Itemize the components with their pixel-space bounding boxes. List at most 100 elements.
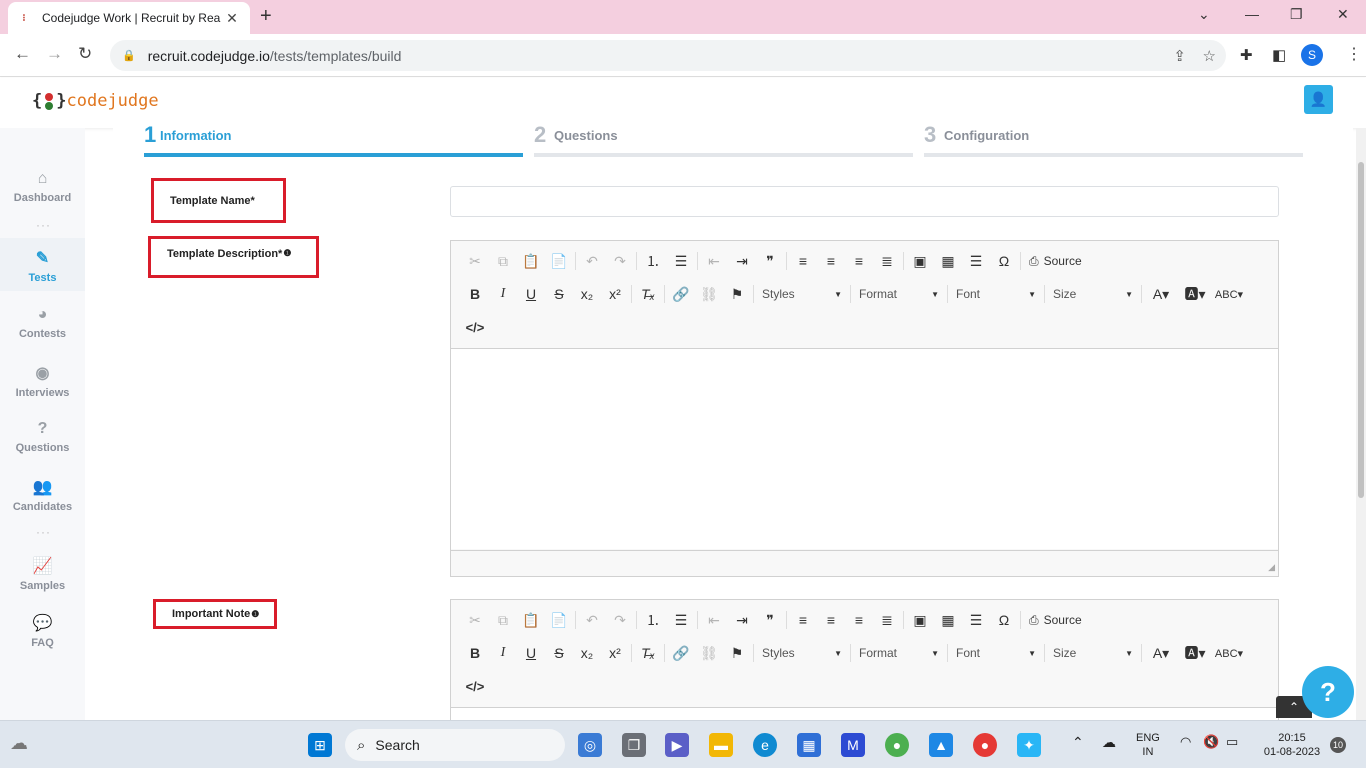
microsoft-store-icon[interactable]: ▦ [797,733,821,757]
sidebar-item-tests[interactable]: ✎ Tests [0,238,85,291]
indent-icon[interactable]: ⇥ [728,609,756,631]
align-right-icon[interactable]: ≡ [845,609,873,631]
remove-format-icon[interactable]: T̶ₓ [634,642,662,664]
tray-chevron-up-icon[interactable]: ⌃ [1072,735,1084,749]
bold-icon[interactable]: B [461,283,489,305]
tab-close-icon[interactable]: ✕ [224,10,240,27]
back-arrow-icon[interactable]: ← [14,44,31,64]
task-view-icon[interactable]: ❐ [622,733,646,757]
horizontal-line-icon[interactable]: ☰ [962,609,990,631]
chrome-icon[interactable]: ● [885,733,909,757]
code-snippet-icon[interactable]: </> [461,316,489,338]
justify-icon[interactable]: ≣ [873,250,901,272]
taskbar-search[interactable]: ⌕ Search [345,729,565,761]
language-indicator[interactable]: ENG IN [1136,731,1160,759]
sidebar-item-questions[interactable]: ? Questions [0,420,85,460]
subscript-icon[interactable]: x₂ [573,642,601,664]
redo-icon[interactable]: ↷ [606,609,634,631]
clock[interactable]: 20:15 01-08-2023 [1258,731,1326,759]
unlink-icon[interactable]: ⛓ [695,283,723,305]
paste-icon[interactable]: 📋 [517,609,545,631]
notification-badge[interactable]: 10 [1330,737,1346,753]
bulleted-list-icon[interactable]: ☰ [667,609,695,631]
text-color-icon[interactable]: A▾ [1144,283,1178,305]
subscript-icon[interactable]: x₂ [573,283,601,305]
reload-icon[interactable]: ↻ [78,44,92,64]
align-left-icon[interactable]: ≡ [789,609,817,631]
bookmark-star-icon[interactable]: ☆ [1203,47,1216,65]
address-bar[interactable]: 🔒 recruit.codejudge.io/tests/templates/b… [110,40,1226,71]
font-dropdown[interactable]: Font ▼ [950,642,1042,664]
superscript-icon[interactable]: x² [601,642,629,664]
extensions-puzzle-icon[interactable]: ✚ [1240,46,1253,64]
format-dropdown[interactable]: Format ▼ [853,283,945,305]
photos-icon[interactable]: ▲ [929,733,953,757]
code-snippet-icon[interactable]: </> [461,675,489,697]
text-color-icon[interactable]: A▾ [1144,642,1178,664]
paste-text-icon[interactable]: 📄 [545,250,573,272]
outdent-icon[interactable]: ⇤ [700,250,728,272]
scrollbar-thumb[interactable] [1358,162,1364,498]
undo-icon[interactable]: ↶ [578,250,606,272]
image-icon[interactable]: ▣ [906,609,934,631]
copy-icon[interactable]: ⧉ [489,609,517,631]
special-char-icon[interactable]: Ω [990,250,1018,272]
edge-browser-icon[interactable]: e [753,733,777,757]
user-profile-button[interactable]: 👤 [1304,85,1333,114]
onedrive-cloud-icon[interactable]: ☁ [1102,735,1116,749]
special-char-icon[interactable]: Ω [990,609,1018,631]
strikethrough-icon[interactable]: S [545,283,573,305]
window-close-icon[interactable]: ✕ [1337,6,1349,23]
align-center-icon[interactable]: ≡ [817,250,845,272]
step-questions[interactable]: 2 Questions [534,122,913,158]
link-icon[interactable]: 🔗 [667,283,695,305]
spellcheck-icon[interactable]: ABC▾ [1212,642,1246,664]
cut-icon[interactable]: ✂ [461,250,489,272]
resize-handle-icon[interactable]: ◢ [1268,562,1275,573]
bulleted-list-icon[interactable]: ☰ [667,250,695,272]
underline-icon[interactable]: U [517,642,545,664]
side-panel-icon[interactable]: ◧ [1272,46,1286,64]
wifi-icon[interactable]: ◠ [1180,735,1191,749]
undo-icon[interactable]: ↶ [578,609,606,631]
font-dropdown[interactable]: Font ▼ [950,283,1042,305]
remove-format-icon[interactable]: T̶ₓ [634,283,662,305]
strikethrough-icon[interactable]: S [545,642,573,664]
sidebar-item-dashboard[interactable]: ⌂ Dashboard [0,170,85,210]
numbered-list-icon[interactable]: ⒈ [639,609,667,631]
new-tab-icon[interactable]: + [260,5,272,28]
underline-icon[interactable]: U [517,283,545,305]
cut-icon[interactable]: ✂ [461,609,489,631]
horizontal-line-icon[interactable]: ☰ [962,250,990,272]
description-editor-area[interactable] [451,348,1278,549]
outdent-icon[interactable]: ⇤ [700,609,728,631]
tab-search-chevron-icon[interactable]: ⌄ [1198,6,1210,23]
step-information[interactable]: 1 Information [144,122,523,158]
anchor-flag-icon[interactable]: ⚑ [723,642,751,664]
numbered-list-icon[interactable]: ⒈ [639,250,667,272]
sidebar-item-contests[interactable]: ◕ Contests [0,306,85,346]
minimize-icon[interactable]: — [1245,6,1259,22]
page-scrollbar[interactable] [1356,128,1366,720]
paste-icon[interactable]: 📋 [517,250,545,272]
source-button[interactable]: ⎙ Source [1023,254,1088,269]
spellcheck-icon[interactable]: ABC▾ [1212,283,1246,305]
size-dropdown[interactable]: Size ▼ [1047,283,1139,305]
sidebar-item-candidates[interactable]: 👥 Candidates [0,477,85,517]
edge-preview-app-icon[interactable]: ◎ [578,733,602,757]
copy-icon[interactable]: ⧉ [489,250,517,272]
justify-icon[interactable]: ≣ [873,609,901,631]
styles-dropdown[interactable]: Styles ▼ [756,642,848,664]
browser-tab[interactable]: ⁝ Codejudge Work | Recruit by Rea ✕ [8,2,250,34]
bold-icon[interactable]: B [461,642,489,664]
sidebar-item-samples[interactable]: 📈 Samples [0,556,85,596]
table-icon[interactable]: ▦ [934,609,962,631]
background-color-icon[interactable]: 🅰▾ [1178,642,1212,664]
maps-app-icon[interactable]: ✦ [1017,733,1041,757]
sidebar-item-interviews[interactable]: ◉ Interviews [0,363,85,403]
background-color-icon[interactable]: 🅰▾ [1178,283,1212,305]
windows-start-icon[interactable]: ⊞ [308,733,332,757]
size-dropdown[interactable]: Size ▼ [1047,642,1139,664]
link-icon[interactable]: 🔗 [667,642,695,664]
format-dropdown[interactable]: Format ▼ [853,642,945,664]
